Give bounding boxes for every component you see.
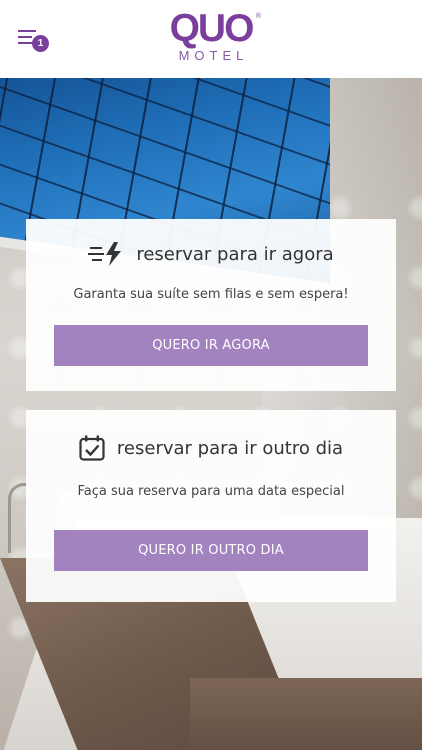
book-now-button[interactable]: QUERO IR AGORA: [54, 325, 368, 366]
fast-lightning-icon: [88, 242, 122, 266]
quo-motel-logo: QUO ® MOTEL: [155, 7, 267, 66]
book-later-subtitle: Faça sua reserva para uma data especial: [77, 484, 345, 499]
book-later-heading: reservar para ir outro dia: [26, 434, 396, 462]
menu-button[interactable]: 1: [18, 30, 50, 54]
logo-subtext: MOTEL: [178, 48, 249, 63]
book-later-card: reservar para ir outro dia Faça sua rese…: [26, 410, 396, 602]
app-header: 1 QUO ® MOTEL: [0, 0, 422, 78]
logo-registered-mark: ®: [255, 13, 261, 20]
book-now-title: reservar para ir agora: [136, 243, 334, 265]
book-now-subtitle: Garanta sua suíte sem filas e sem espera…: [73, 287, 349, 302]
book-now-card: reservar para ir agora Garanta sua suíte…: [26, 219, 396, 391]
calendar-check-icon: [79, 435, 105, 461]
notification-badge: 1: [32, 35, 49, 52]
book-later-button[interactable]: QUERO IR OUTRO DIA: [54, 530, 368, 571]
book-now-heading: reservar para ir agora: [26, 241, 396, 267]
logo-text: QUO: [169, 7, 255, 50]
book-later-title: reservar para ir outro dia: [116, 437, 344, 459]
